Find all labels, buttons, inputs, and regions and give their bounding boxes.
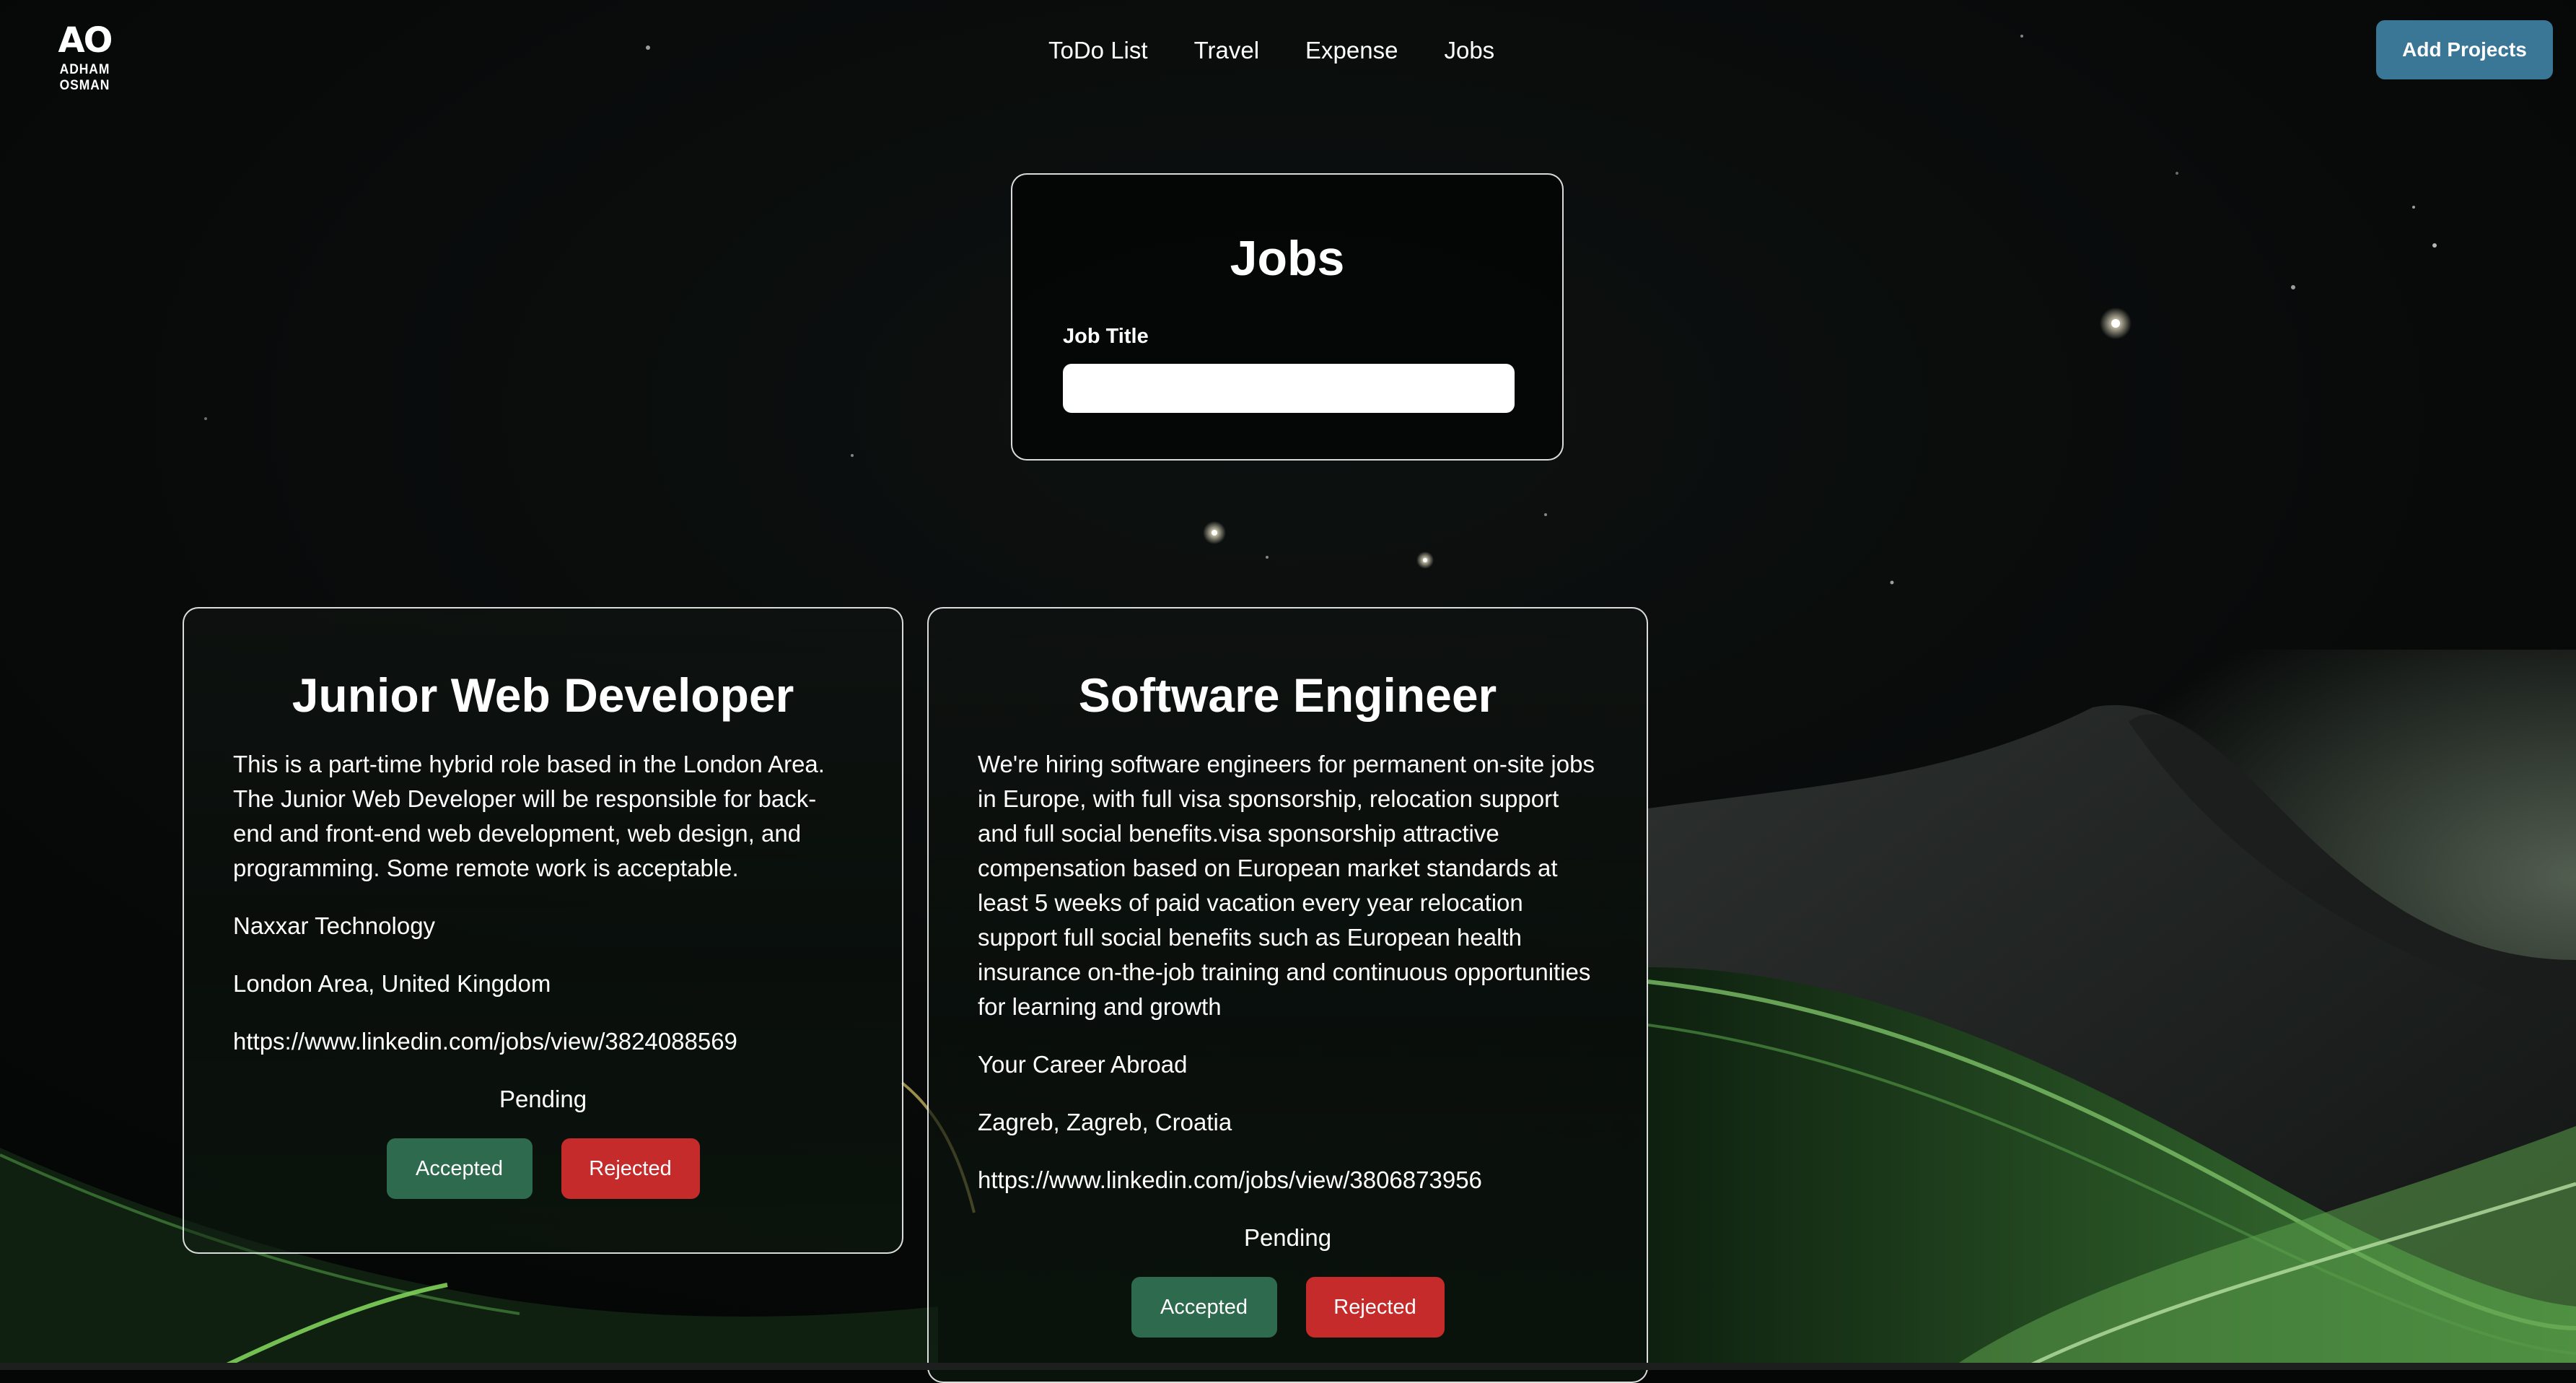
add-projects-button[interactable]: Add Projects — [2376, 20, 2553, 79]
logo[interactable]: AO ADHAM OSMAN — [36, 22, 133, 94]
job-description: We're hiring software engineers for perm… — [978, 751, 1595, 1020]
job-url: https://www.linkedin.com/jobs/view/38240… — [233, 1028, 737, 1055]
job-actions: Accepted Rejected — [233, 1138, 853, 1199]
job-title: Software Engineer — [1078, 668, 1497, 722]
job-title-label: Job Title — [1063, 325, 1149, 348]
job-location: Zagreb, Zagreb, Croatia — [978, 1109, 1232, 1135]
page-title: Jobs — [1230, 231, 1345, 286]
job-location: London Area, United Kingdom — [233, 970, 551, 997]
bottom-edge — [0, 1363, 2576, 1370]
accepted-button[interactable]: Accepted — [1131, 1277, 1277, 1338]
job-actions: Accepted Rejected — [978, 1277, 1598, 1338]
rejected-button[interactable]: Rejected — [1305, 1277, 1445, 1338]
logo-text: ADHAM OSMAN — [59, 62, 110, 93]
job-status: Pending — [499, 1086, 587, 1112]
nav-link-todo[interactable]: ToDo List — [1048, 35, 1148, 66]
job-title-input[interactable] — [1063, 364, 1515, 413]
logo-mark: AO — [58, 20, 113, 61]
accepted-button[interactable]: Accepted — [386, 1138, 533, 1199]
nav-link-travel[interactable]: Travel — [1194, 35, 1259, 66]
job-search-panel: Jobs Job Title — [1011, 173, 1564, 461]
job-company: Your Career Abroad — [978, 1051, 1188, 1078]
nav-link-jobs[interactable]: Jobs — [1444, 35, 1494, 66]
nav-link-expense[interactable]: Expense — [1305, 35, 1398, 66]
job-title: Junior Web Developer — [292, 668, 794, 722]
job-card: Junior Web Developer This is a part-time… — [183, 607, 903, 1254]
rejected-button[interactable]: Rejected — [561, 1138, 700, 1199]
job-description: This is a part-time hybrid role based in… — [233, 751, 825, 881]
main-nav: ToDo List Travel Expense Jobs — [1048, 35, 1494, 66]
job-url: https://www.linkedin.com/jobs/view/38068… — [978, 1166, 1482, 1193]
job-status: Pending — [1243, 1224, 1332, 1251]
job-company: Naxxar Technology — [233, 912, 436, 939]
job-card: Software Engineer We're hiring software … — [927, 607, 1648, 1383]
